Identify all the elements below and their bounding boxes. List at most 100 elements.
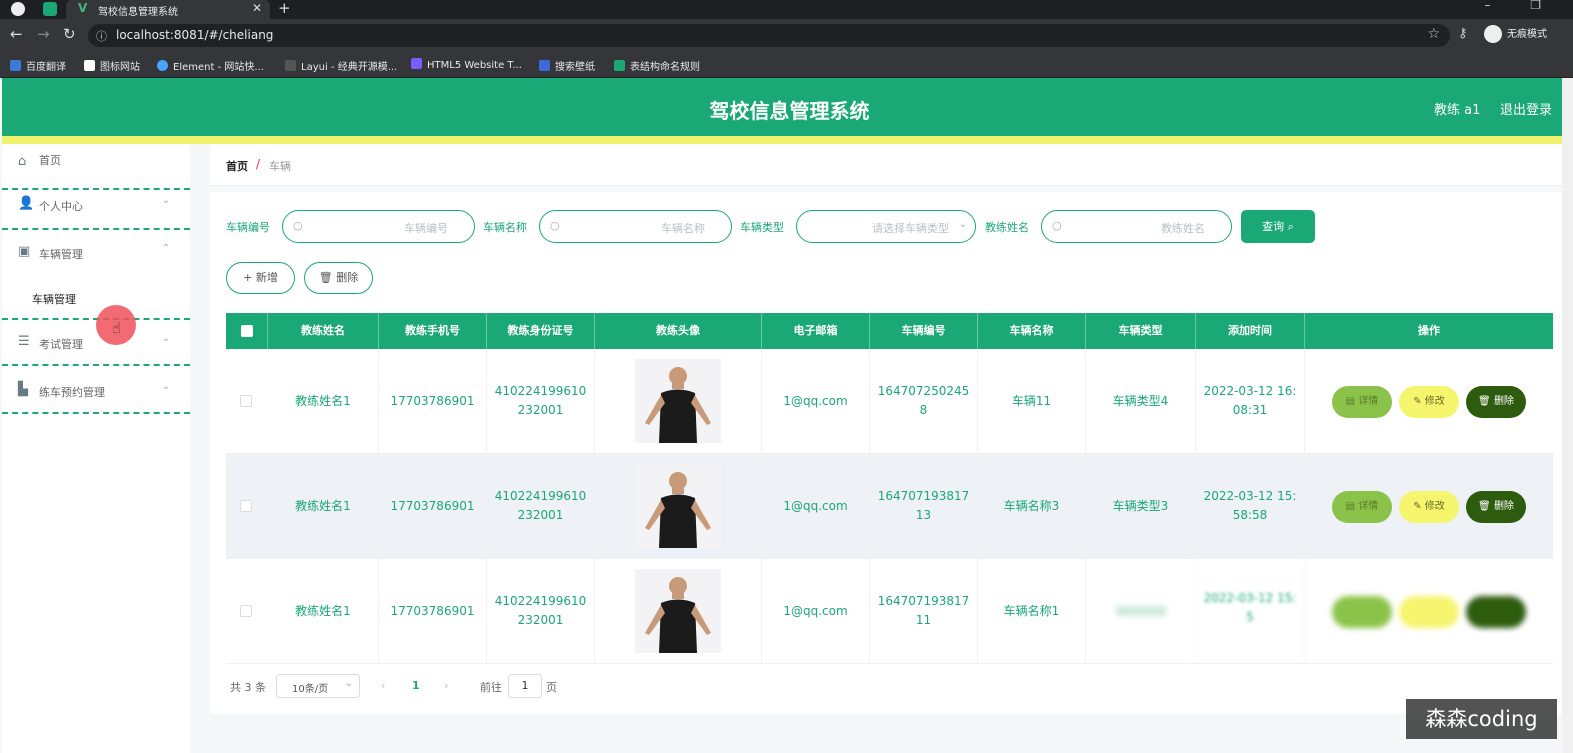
chrome-icon[interactable] [11,2,25,16]
coach-avatar-image[interactable] [635,464,721,548]
col-email[interactable]: 电子邮箱 [762,313,870,349]
car-icon: ▙ [18,382,28,397]
detail-button[interactable] [1332,596,1392,628]
sidebar-item-booking[interactable]: ▙ 练车预约管理 ⌄ [2,368,190,414]
browser-tab[interactable]: V 驾校信息管理系统 ✕ [66,0,270,19]
submenu-vehicle-manage[interactable]: 车辆管理 [32,291,76,307]
cell-vehicle-type: 车辆类型4 [1086,349,1196,453]
cell-vehicle-no: 16470719381713 [870,454,978,558]
select-all-checkbox[interactable] [241,325,253,337]
page-size-select[interactable]: 10条/页 ⌄ [276,674,360,698]
cell-email: 1@qq.com [762,454,870,558]
sidebar: ⌂ 首页 👤 个人中心 ⌄ ▣ 车辆管理 ⌃ 车辆管理 ☰ 考试管理 ⌄ ▙ 练… [2,144,190,753]
col-add-time[interactable]: 添加时间 [1196,313,1305,349]
prev-page-icon[interactable]: ‹ [381,679,385,692]
coach-avatar-image[interactable] [635,569,721,653]
sidebar-item-label: 车辆管理 [39,248,83,261]
edit-icon: ✎ [1413,396,1422,407]
cell-coach-phone: 17703786901 [379,349,487,453]
goto-label: 前往 [480,681,502,694]
page-scrollbar[interactable] [1562,78,1573,753]
bookmark-item[interactable]: Layui - 经典开源模... [285,58,397,73]
address-bar-row: ← → ↻ ⓘ localhost:8081/#/cheliang ☆ ⚷ 无痕… [0,19,1573,52]
clipboard-icon: ▣ [18,244,31,259]
breadcrumb-home[interactable]: 首页 [226,158,248,174]
coach-avatar-image[interactable] [635,359,721,443]
edit-button[interactable]: ✎ 修改 [1399,491,1459,523]
trash-icon: 🗑 [318,271,333,284]
pagination: 共 3 条 10条/页 ⌄ ‹ 1 › 前往 1 页 [226,672,826,700]
bookmark-item[interactable]: 百度翻译 [10,58,66,73]
search-button[interactable]: 查询 ⌕ [1241,210,1315,243]
add-button[interactable]: + 新增 [226,262,295,294]
detail-button[interactable]: ▤ 详情 [1332,491,1392,523]
table-row: 教练姓名1 17703786901 410224199610232001 1@q… [226,454,1553,559]
cell-coach-idcard: 410224199610232001 [487,454,595,558]
edit-icon: ✎ [1413,501,1422,512]
row-checkbox[interactable] [240,605,252,617]
coach-name-input[interactable]: ○ 教练姓名 [1041,210,1232,243]
col-coach-avatar[interactable]: 教练头像 [595,313,762,349]
cell-email: 1@qq.com [762,559,870,663]
col-coach-idcard[interactable]: 教练身份证号 [487,313,595,349]
tab-title: 驾校信息管理系统 [98,7,178,18]
sidebar-item-label: 个人中心 [39,200,83,213]
cell-add-time: 2022-03-12 16:08:31 [1196,349,1305,453]
delete-button[interactable]: 🗑 删除 [1466,491,1526,523]
col-coach-phone[interactable]: 教练手机号 [379,313,487,349]
vehicle-name-input[interactable]: ○ 车辆名称 [539,210,732,243]
row-checkbox[interactable] [240,395,252,407]
delete-button[interactable]: 🗑 删除 [1466,386,1526,418]
cell-coach-idcard: 410224199610232001 [487,559,595,663]
watermark: 森森coding [1406,699,1557,739]
logout-link[interactable]: 退出登录 [1500,99,1552,118]
cell-vehicle-no: 1647072502458 [870,349,978,453]
col-vehicle-type[interactable]: 车辆类型 [1086,313,1196,349]
cell-vehicle-no: 16470719381711 [870,559,978,663]
detail-button[interactable]: ▤ 详情 [1332,386,1392,418]
sliders-icon: ☰ [18,334,30,349]
sidebar-item-vehicles[interactable]: ▣ 车辆管理 ⌃ [2,230,190,276]
incognito-indicator[interactable]: 无痕模式 [1484,25,1547,46]
chevron-down-icon: ⌄ [162,333,171,344]
cell-add-time: 2022-03-12 15:58:58 [1196,454,1305,558]
url-field[interactable]: ⓘ localhost:8081/#/cheliang ☆ [88,24,1450,47]
edit-button[interactable]: ✎ 修改 [1399,386,1459,418]
row-checkbox[interactable] [240,500,252,512]
incognito-label: 无痕模式 [1507,29,1547,40]
bookmark-item[interactable]: 搜索壁纸 [539,58,595,73]
search-icon: ⌕ [1287,220,1294,233]
plus-icon: + [243,271,253,284]
bookmark-star-icon[interactable]: ☆ [1427,26,1440,42]
col-vehicle-name[interactable]: 车辆名称 [978,313,1086,349]
tab-close-icon[interactable]: ✕ [252,1,262,15]
sidebar-item-personal[interactable]: 👤 个人中心 ⌄ [2,182,190,230]
new-tab-button[interactable]: + [278,0,291,17]
app-title: 驾校信息管理系统 [709,99,870,123]
col-coach-name[interactable]: 教练姓名 [268,313,379,349]
search-icon: ○ [550,219,560,232]
next-page-icon[interactable]: › [444,679,448,692]
page-number[interactable]: 1 [412,679,420,692]
vehicle-no-input[interactable]: ○ 车辆编号 [282,210,475,243]
vehicle-type-select[interactable]: 请选择车辆类型 ⌄ [796,210,976,243]
key-icon[interactable]: ⚷ [1458,26,1468,41]
forward-icon[interactable]: → [37,25,50,43]
cell-avatar [595,454,762,558]
pinned-tab-icon[interactable] [43,2,57,16]
reload-icon[interactable]: ↻ [63,25,76,43]
placeholder: 教练姓名 [1161,222,1205,235]
batch-delete-button[interactable]: 🗑 删除 [304,262,373,294]
back-icon[interactable]: ← [10,25,23,43]
bookmark-item[interactable]: Element - 网站快... [157,58,264,73]
bookmark-item[interactable]: 图标网站 [84,58,140,73]
goto-page-input[interactable]: 1 [508,674,542,698]
window-controls[interactable]: – ❐ [1484,0,1559,12]
col-vehicle-no[interactable]: 车辆编号 [870,313,978,349]
app-header: 驾校信息管理系统 教练 a1 退出登录 [2,78,1562,136]
edit-button[interactable] [1399,596,1459,628]
bookmark-item[interactable]: 表结构命名规则 [614,58,700,73]
delete-button[interactable] [1466,596,1526,628]
bookmark-item[interactable]: HTML5 Website T... [411,58,522,71]
info-icon[interactable]: ⓘ [96,28,107,44]
